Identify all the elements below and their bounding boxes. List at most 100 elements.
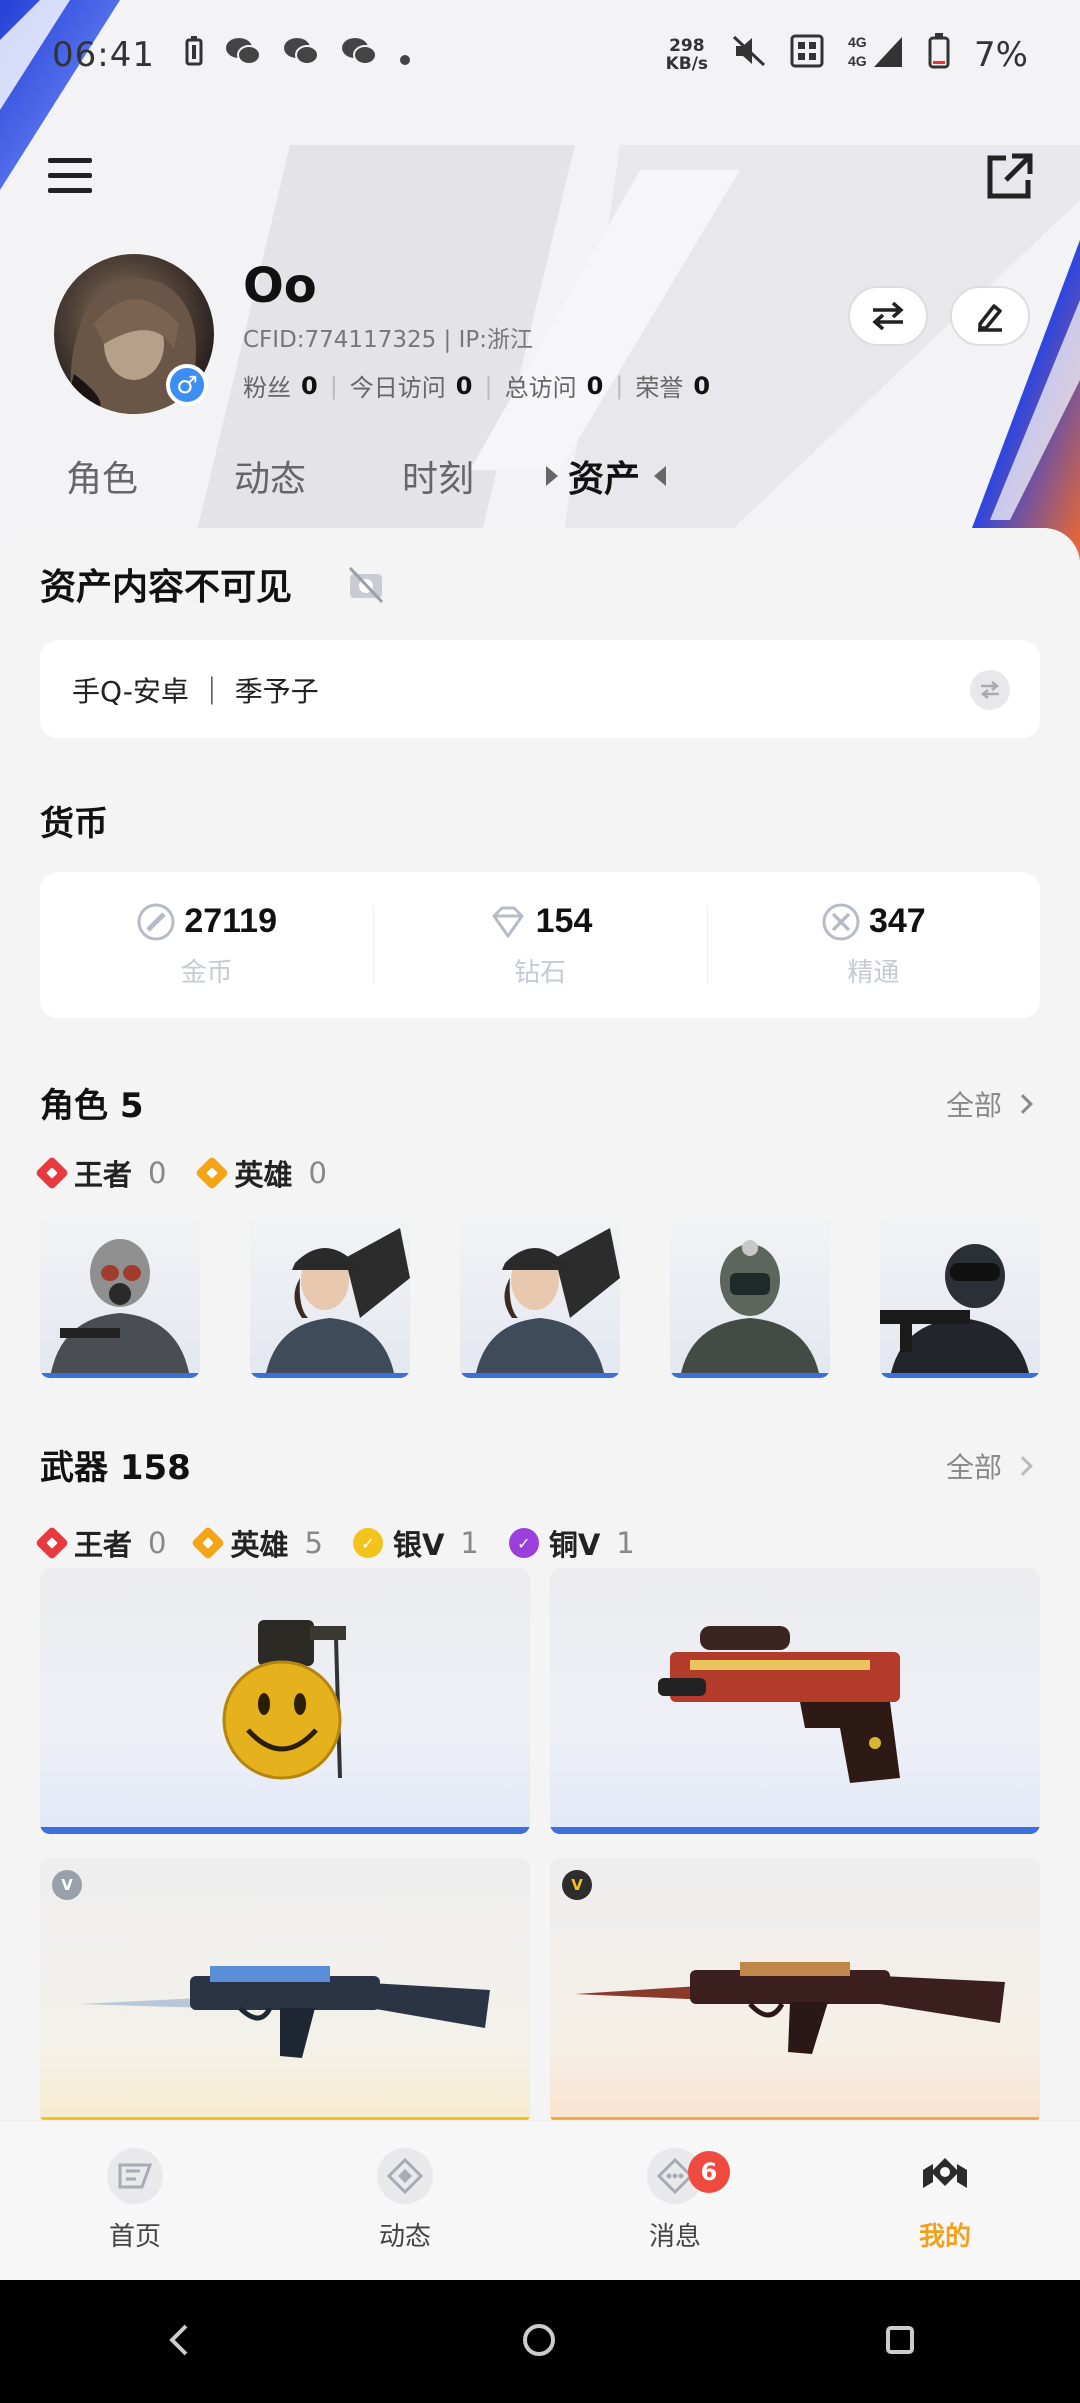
stat-label-honor[interactable]: 荣誉: [635, 368, 683, 403]
rarity-hero[interactable]: 英雄 5: [191, 1522, 323, 1564]
ak47-silver-image: [80, 1966, 490, 2058]
currency-mastery-value: 347: [868, 902, 926, 940]
swap-account-icon[interactable]: [970, 670, 1010, 710]
king-rarity-icon: [35, 1156, 69, 1190]
rarity-name: 王者: [74, 1528, 133, 1562]
rarity-bronze-v[interactable]: ✓ 铜V 1: [508, 1522, 635, 1564]
swap-icon: [872, 302, 904, 330]
battery-saver-icon: [185, 35, 203, 75]
account-label: 手Q-安卓 ｜ 季予子: [72, 675, 319, 708]
stat-label-total-visits: 总访问: [504, 374, 577, 402]
edit-profile-button[interactable]: [950, 286, 1030, 346]
tab-assets[interactable]: 资产: [568, 450, 640, 502]
rarity-count: 1: [460, 1526, 479, 1560]
rarity-count: 0: [148, 1526, 167, 1560]
currency-gold-label: 金币: [180, 957, 233, 988]
currency-diamond: 154 钻石: [373, 872, 706, 1018]
profile-tabs: 角色 动态 时刻 资产: [0, 450, 1080, 510]
weapon-card[interactable]: [550, 1568, 1040, 1834]
character-card[interactable]: [40, 1218, 200, 1378]
characters-all-label: 全部: [945, 1089, 1002, 1122]
cfid-line: CFID:774117325 | IP:浙江: [243, 327, 534, 353]
currency-mastery-label: 精通: [847, 957, 900, 988]
nav-me[interactable]: 我的: [810, 2121, 1080, 2280]
back-icon[interactable]: [164, 2322, 194, 2362]
weapons-all-link[interactable]: 全部: [946, 1446, 1033, 1486]
wechat-icon: [225, 35, 261, 75]
characters-all-link[interactable]: 全部: [945, 1084, 1033, 1124]
character-card[interactable]: [670, 1218, 830, 1378]
battery-percent: 7%: [974, 35, 1028, 75]
tab-moments[interactable]: 时刻: [402, 450, 474, 502]
rarity-name: 王者: [74, 1158, 133, 1192]
currency-title: 货币: [40, 804, 108, 844]
soldier-gasmask-image: [50, 1239, 190, 1378]
recents-icon[interactable]: [884, 2324, 916, 2360]
bronze-v-icon: ✓: [508, 1528, 539, 1558]
currency-gold-value: 27119: [184, 902, 277, 940]
rarity-king[interactable]: 王者 0: [35, 1522, 167, 1564]
share-icon[interactable]: [984, 152, 1034, 202]
character-card[interactable]: [880, 1218, 1040, 1378]
character-card[interactable]: [250, 1218, 410, 1378]
tab-roles[interactable]: 角色: [66, 450, 138, 502]
stat-value-today-visits: 0: [455, 371, 473, 400]
switch-account-button[interactable]: [848, 286, 928, 346]
rarity-king[interactable]: 王者 0: [35, 1152, 167, 1194]
home-circle-icon[interactable]: [521, 2322, 557, 2362]
feed-icon: [377, 2148, 433, 2204]
rarity-hero[interactable]: 英雄 0: [195, 1152, 327, 1194]
currency-card: 27119 金币 154 钻石 347 精通: [40, 872, 1040, 1018]
hidden-eye-icon: [346, 564, 386, 604]
message-count-badge: 6: [688, 2151, 730, 2193]
coin-icon: [137, 903, 175, 940]
stat-label-fans[interactable]: 粉丝: [243, 368, 291, 403]
smile-grenade-image: [222, 1620, 346, 1780]
weapon-card[interactable]: [40, 1568, 530, 1834]
status-bar: 06:41 298 KB/s 4G 4G 7%: [0, 0, 1080, 110]
nav-home[interactable]: 首页: [0, 2121, 270, 2280]
rarity-count: 0: [148, 1156, 167, 1190]
character-card[interactable]: [460, 1218, 620, 1378]
rarity-bar: [40, 1827, 530, 1834]
hero-rarity-icon: [195, 1156, 230, 1190]
account-selector[interactable]: 手Q-安卓 ｜ 季予子: [40, 640, 1040, 738]
tab-feed[interactable]: 动态: [234, 450, 306, 502]
female-soldier-image: [475, 1228, 620, 1378]
mastery-icon: [822, 903, 860, 940]
stat-value-honor: 0: [693, 371, 711, 400]
privacy-notice: 资产内容不可见: [40, 567, 293, 608]
home-icon: [107, 2148, 163, 2204]
assets-panel: 资产内容不可见 手Q-安卓 ｜ 季予子 货币 27119 金币 154 钻石 3…: [0, 528, 1080, 2148]
menu-icon[interactable]: [48, 158, 92, 198]
weapon-card[interactable]: V: [550, 1858, 1040, 2124]
rarity-bar: [550, 1827, 1040, 1834]
nav-feed-label: 动态: [378, 2222, 431, 2252]
female-soldier-image: [265, 1228, 410, 1378]
rarity-silver-v[interactable]: ✓ 银V 1: [352, 1522, 479, 1564]
svg-text:4G: 4G: [848, 53, 867, 69]
more-dot-icon: [399, 35, 411, 75]
rarity-count: 0: [308, 1156, 327, 1190]
king-rarity-icon: [35, 1526, 69, 1560]
characters-rarity-filter: 王者 0 英雄 0: [35, 1152, 327, 1194]
wechat-icon: [283, 35, 319, 75]
rarity-name: 英雄: [234, 1158, 293, 1192]
diamond-icon: [492, 906, 524, 937]
silver-v-icon: ✓: [352, 1528, 383, 1558]
svg-text:4G: 4G: [848, 34, 867, 50]
wechat-icon: [341, 35, 377, 75]
helmet-soldier-image: [680, 1240, 820, 1378]
edit-icon: [978, 304, 1002, 332]
mute-icon: [732, 35, 766, 76]
nav-feed[interactable]: 动态: [270, 2121, 540, 2280]
weapon-card[interactable]: V: [40, 1858, 530, 2124]
profile-stats: 粉丝 0 | 今日访问 0 | 总访问 0 | 荣誉 0: [243, 368, 722, 403]
network-speed: 298 KB/s: [666, 37, 708, 73]
tab-indicator-right: [654, 466, 666, 486]
nav-messages-label: 消息: [648, 2222, 701, 2252]
nav-messages[interactable]: 6 消息: [540, 2121, 810, 2280]
chevron-right-icon: [1013, 1456, 1033, 1476]
swat-soldier-image: [880, 1244, 1030, 1378]
rarity-name: 铜V: [548, 1528, 601, 1562]
